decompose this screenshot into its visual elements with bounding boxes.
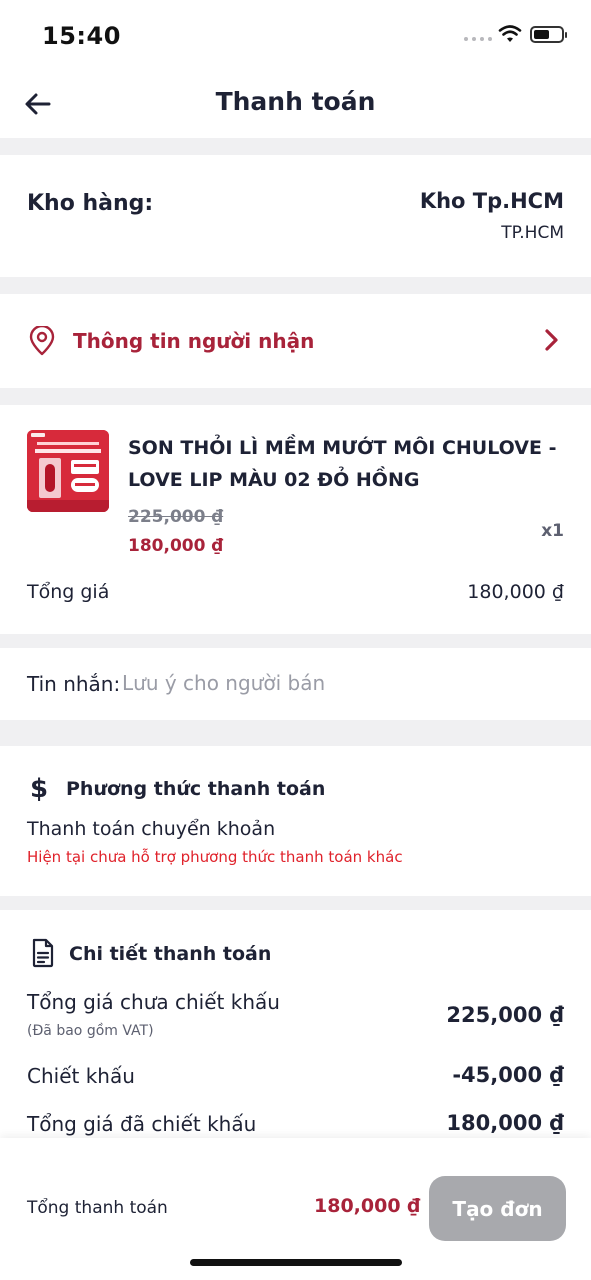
message-section: Tin nhắn:: [0, 648, 591, 720]
product-name: SON THỎI LÌ MỀM MƯỚT MÔI CHULOVE - LOVE …: [128, 437, 557, 491]
document-icon: [32, 938, 54, 968]
message-input[interactable]: [122, 666, 562, 700]
location-pin-icon: [29, 326, 55, 356]
payment-method-note: Hiện tại chưa hỗ trợ phương thức thanh t…: [27, 848, 403, 866]
grand-total-label: Tổng thanh toán: [27, 1198, 168, 1218]
battery-icon: [530, 26, 567, 43]
cellular-signal-icon: [464, 37, 492, 41]
warehouse-city: TP.HCM: [501, 223, 564, 243]
product-card: SON THỎI LÌ MỀM MƯỚT MÔI CHULOVE - LOVE …: [0, 405, 591, 634]
discount-label: Chiết khấu: [27, 1064, 135, 1088]
chevron-right-icon: [545, 329, 558, 351]
dollar-icon: $: [30, 774, 49, 804]
discounted-total-value: 180,000 ₫: [446, 1111, 564, 1135]
warehouse-name: Kho Tp.HCM: [419, 189, 564, 213]
message-label: Tin nhắn:: [27, 672, 121, 696]
nav-bar: Thanh toán: [0, 70, 591, 138]
grand-total-value: 180,000 ₫: [314, 1195, 421, 1217]
payment-method-heading: Phương thức thanh toán: [66, 778, 326, 800]
subtotal-vat-note: (Đã bao gồm VAT): [27, 1023, 154, 1039]
product-thumbnail: [27, 430, 109, 512]
status-bar: 15:40: [0, 0, 591, 70]
product-total-value: 180,000 ₫: [467, 581, 564, 603]
home-indicator: [190, 1259, 402, 1266]
discount-value: -45,000 ₫: [452, 1063, 564, 1087]
product-total-label: Tổng giá: [27, 581, 110, 603]
payment-method-value: Thanh toán chuyển khoản: [27, 818, 276, 840]
subtotal-value: 225,000 ₫: [446, 1003, 564, 1027]
page-title: Thanh toán: [215, 87, 376, 116]
payment-details-heading: Chi tiết thanh toán: [69, 943, 272, 965]
recipient-info-row[interactable]: Thông tin người nhận: [0, 294, 591, 388]
product-original-price: 225,000 ₫: [128, 507, 224, 527]
payment-method-section: $ Phương thức thanh toán Thanh toán chuy…: [0, 746, 591, 896]
product-sale-price: 180,000 ₫: [128, 536, 224, 556]
warehouse-section: Kho hàng: Kho Tp.HCM TP.HCM: [0, 155, 591, 277]
discounted-total-label: Tổng giá đã chiết khấu: [27, 1112, 257, 1136]
subtotal-label: Tổng giá chưa chiết khấu: [27, 990, 280, 1014]
recipient-info-label: Thông tin người nhận: [73, 329, 315, 353]
status-time: 15:40: [42, 22, 121, 50]
warehouse-label: Kho hàng:: [27, 191, 154, 216]
payment-details-section: Chi tiết thanh toán Tổng giá chưa chiết …: [0, 910, 591, 1150]
wifi-icon: [498, 25, 522, 42]
product-quantity: x1: [541, 521, 564, 541]
create-order-button[interactable]: Tạo đơn: [429, 1176, 566, 1241]
